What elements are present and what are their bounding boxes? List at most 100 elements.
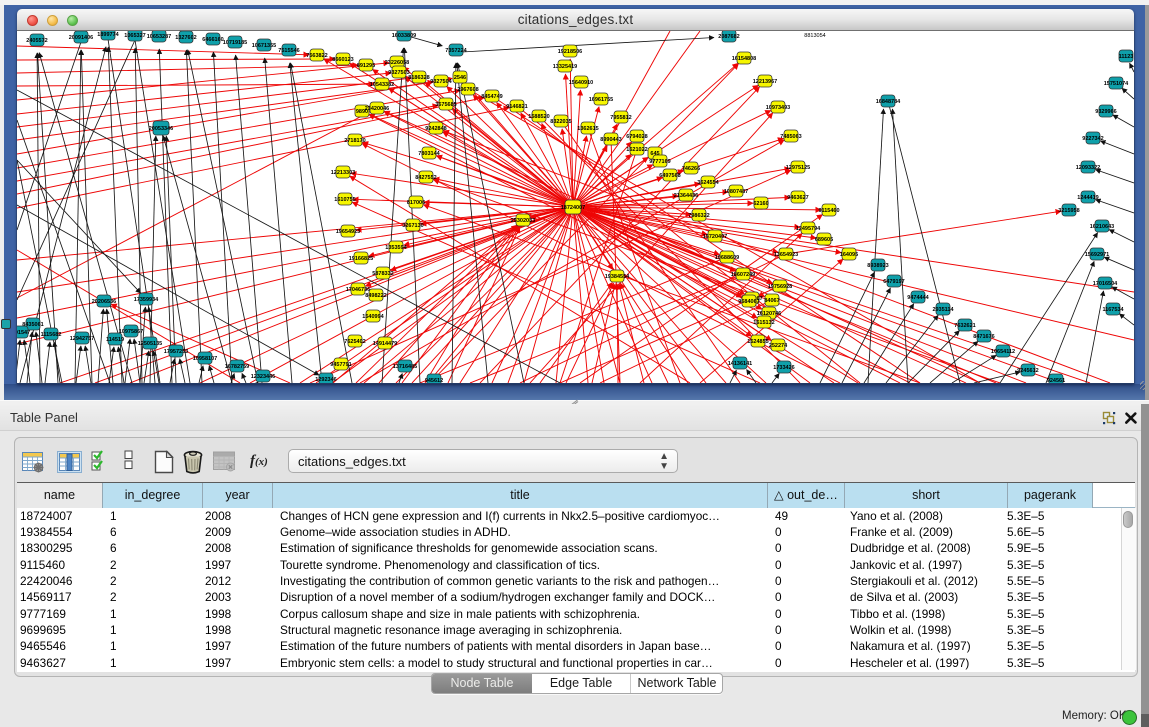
svg-text:9327504: 9327504 bbox=[430, 79, 452, 85]
svg-text:1615132: 1615132 bbox=[753, 320, 774, 326]
svg-text:9457791: 9457791 bbox=[330, 362, 351, 368]
svg-text:17957253: 17957253 bbox=[164, 349, 188, 355]
svg-text:20091406: 20091406 bbox=[69, 35, 93, 41]
svg-text:1621022: 1621022 bbox=[626, 147, 647, 153]
svg-text:6497568: 6497568 bbox=[659, 173, 680, 179]
svg-text:10654112: 10654112 bbox=[991, 349, 1015, 355]
svg-text:7515546: 7515546 bbox=[278, 48, 299, 54]
svg-text:1899774: 1899774 bbox=[97, 32, 119, 38]
svg-text:8427552: 8427552 bbox=[415, 175, 436, 181]
svg-text:20053346: 20053346 bbox=[149, 126, 173, 132]
svg-text:10973493: 10973493 bbox=[766, 105, 790, 111]
svg-text:945612: 945612 bbox=[425, 378, 443, 383]
svg-text:23226058: 23226058 bbox=[385, 60, 409, 66]
svg-text:10719185: 10719185 bbox=[223, 40, 247, 46]
svg-text:9684067: 9684067 bbox=[738, 299, 759, 305]
svg-text:9777169: 9777169 bbox=[649, 159, 670, 165]
svg-text:114519: 114519 bbox=[106, 337, 124, 343]
svg-text:1115682: 1115682 bbox=[41, 332, 62, 338]
svg-text:16848784: 16848784 bbox=[876, 99, 901, 105]
svg-text:9890: 9890 bbox=[356, 109, 368, 115]
svg-text:19218506: 19218506 bbox=[558, 49, 582, 55]
svg-text:3675685: 3675685 bbox=[435, 102, 456, 108]
svg-text:9227342: 9227342 bbox=[1082, 136, 1103, 142]
svg-text:1733426: 1733426 bbox=[773, 365, 794, 371]
svg-text:15751074: 15751074 bbox=[1104, 81, 1129, 87]
svg-text:12213303: 12213303 bbox=[331, 170, 355, 176]
svg-text:14136141: 14136141 bbox=[728, 361, 752, 367]
svg-text:252274: 252274 bbox=[769, 343, 788, 349]
svg-text:12505135: 12505135 bbox=[138, 341, 162, 347]
svg-text:20206536: 20206536 bbox=[92, 299, 116, 305]
svg-text:18607249: 18607249 bbox=[731, 272, 755, 278]
svg-text:8435061: 8435061 bbox=[22, 322, 43, 328]
svg-text:12213967: 12213967 bbox=[753, 79, 777, 85]
svg-text:10958107: 10958107 bbox=[193, 356, 217, 362]
svg-text:164095: 164095 bbox=[840, 252, 858, 258]
svg-text:9146821: 9146821 bbox=[506, 104, 527, 110]
svg-text:19654923: 19654923 bbox=[336, 229, 360, 235]
svg-text:14914479: 14914479 bbox=[373, 341, 397, 347]
svg-text:10688609: 10688609 bbox=[715, 255, 739, 261]
svg-text:3624554: 3624554 bbox=[697, 180, 719, 186]
svg-text:10653287: 10653287 bbox=[147, 34, 171, 40]
svg-text:8498222: 8498222 bbox=[365, 293, 386, 299]
svg-text:5878332: 5878332 bbox=[372, 271, 393, 277]
svg-text:16033809: 16033809 bbox=[392, 33, 416, 39]
svg-text:9327503: 9327503 bbox=[388, 70, 409, 76]
svg-text:19384554: 19384554 bbox=[605, 274, 630, 280]
svg-text:16120746: 16120746 bbox=[757, 311, 781, 317]
svg-text:1588520: 1588520 bbox=[528, 114, 549, 120]
svg-text:16961755: 16961755 bbox=[589, 97, 613, 103]
svg-text:7485063: 7485063 bbox=[780, 134, 801, 140]
svg-text:8471676: 8471676 bbox=[973, 334, 994, 340]
svg-text:12323446: 12323446 bbox=[251, 374, 275, 380]
svg-text:6479197: 6479197 bbox=[883, 279, 904, 285]
svg-text:15720407: 15720407 bbox=[703, 234, 727, 240]
svg-text:9115460: 9115460 bbox=[818, 208, 839, 214]
svg-text:2935114: 2935114 bbox=[932, 307, 954, 313]
svg-text:1065327: 1065327 bbox=[124, 33, 145, 39]
svg-text:689605: 689605 bbox=[815, 237, 833, 243]
svg-text:7357224: 7357224 bbox=[445, 48, 467, 54]
svg-text:2718170: 2718170 bbox=[344, 138, 365, 144]
svg-text:12495794: 12495794 bbox=[796, 226, 821, 232]
svg-text:19756928: 19756928 bbox=[768, 284, 792, 290]
svg-text:9474444: 9474444 bbox=[907, 295, 929, 301]
svg-text:13325419: 13325419 bbox=[553, 64, 577, 70]
svg-text:25302033: 25302033 bbox=[511, 218, 535, 224]
svg-text:3215958: 3215958 bbox=[1058, 208, 1079, 214]
svg-text:1292346: 1292346 bbox=[315, 377, 336, 383]
svg-text:13654923: 13654923 bbox=[774, 252, 798, 258]
svg-text:7955812: 7955812 bbox=[610, 115, 631, 121]
svg-text:2546: 2546 bbox=[454, 75, 466, 81]
svg-text:15692971: 15692971 bbox=[1085, 252, 1109, 258]
svg-text:84067: 84067 bbox=[764, 298, 779, 304]
svg-text:8322035: 8322035 bbox=[550, 119, 571, 125]
svg-text:8813054: 8813054 bbox=[804, 33, 825, 39]
svg-text:17359934: 17359934 bbox=[134, 297, 159, 303]
svg-text:391547: 391547 bbox=[17, 330, 30, 336]
svg-text:7986322: 7986322 bbox=[688, 213, 709, 219]
svg-text:2087682: 2087682 bbox=[718, 34, 739, 40]
svg-text:817006: 817006 bbox=[407, 200, 425, 206]
svg-text:12942757: 12942757 bbox=[70, 336, 94, 342]
svg-text:16154808: 16154808 bbox=[732, 56, 756, 62]
svg-text:8186328: 8186328 bbox=[408, 75, 429, 81]
svg-text:6794028: 6794028 bbox=[626, 134, 647, 140]
svg-text:7803144: 7803144 bbox=[418, 151, 440, 157]
svg-text:23420046: 23420046 bbox=[365, 106, 389, 112]
svg-text:11123: 11123 bbox=[1119, 54, 1134, 60]
svg-text:8938923: 8938923 bbox=[867, 263, 888, 269]
svg-text:12975125: 12975125 bbox=[786, 165, 810, 171]
svg-text:3267130: 3267130 bbox=[402, 223, 423, 229]
svg-text:891295: 891295 bbox=[357, 63, 375, 69]
svg-text:9329966: 9329966 bbox=[1095, 109, 1116, 115]
svg-text:6466160: 6466160 bbox=[202, 37, 223, 43]
svg-text:8454749: 8454749 bbox=[481, 94, 502, 100]
svg-text:7632621: 7632621 bbox=[954, 323, 975, 329]
svg-text:10543382: 10543382 bbox=[370, 82, 394, 88]
svg-text:15640910: 15640910 bbox=[569, 80, 593, 86]
svg-text:7563822: 7563822 bbox=[306, 53, 327, 59]
svg-text:1524855: 1524855 bbox=[747, 339, 768, 345]
